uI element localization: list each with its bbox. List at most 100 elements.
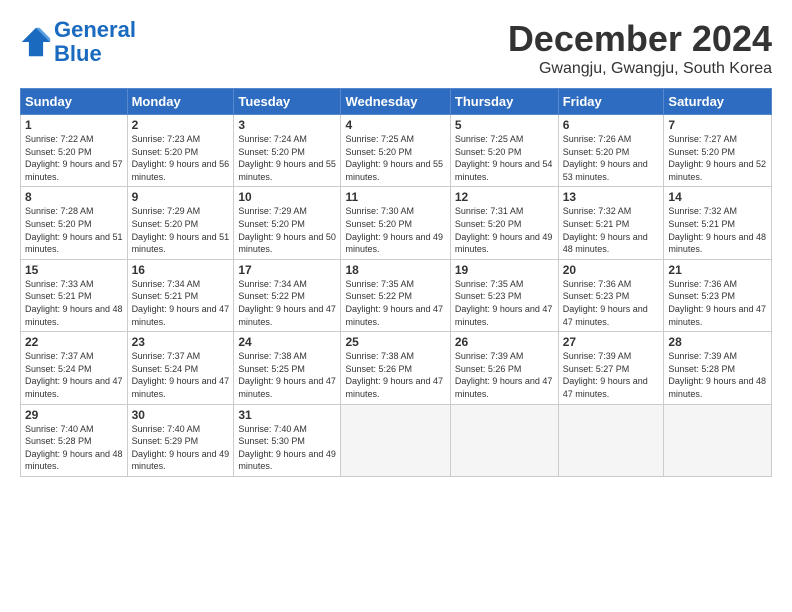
week-row-4: 22Sunrise: 7:37 AMSunset: 5:24 PMDayligh… [21, 332, 772, 404]
calendar-cell: 26Sunrise: 7:39 AMSunset: 5:26 PMDayligh… [450, 332, 558, 404]
logo-text: General Blue [54, 18, 136, 66]
day-info: Sunrise: 7:39 AMSunset: 5:28 PMDaylight:… [668, 350, 767, 400]
calendar-cell: 6Sunrise: 7:26 AMSunset: 5:20 PMDaylight… [558, 115, 664, 187]
day-info: Sunrise: 7:35 AMSunset: 5:23 PMDaylight:… [455, 278, 554, 328]
calendar-cell: 19Sunrise: 7:35 AMSunset: 5:23 PMDayligh… [450, 259, 558, 331]
calendar-cell [558, 404, 664, 476]
logo-blue: Blue [54, 41, 102, 66]
day-number: 3 [238, 118, 336, 132]
day-number: 30 [132, 408, 230, 422]
day-number: 10 [238, 190, 336, 204]
day-number: 16 [132, 263, 230, 277]
day-number: 18 [345, 263, 445, 277]
day-info: Sunrise: 7:40 AMSunset: 5:28 PMDaylight:… [25, 423, 123, 473]
col-sunday: Sunday [21, 89, 128, 115]
day-info: Sunrise: 7:37 AMSunset: 5:24 PMDaylight:… [25, 350, 123, 400]
day-number: 15 [25, 263, 123, 277]
day-info: Sunrise: 7:28 AMSunset: 5:20 PMDaylight:… [25, 205, 123, 255]
col-thursday: Thursday [450, 89, 558, 115]
day-info: Sunrise: 7:25 AMSunset: 5:20 PMDaylight:… [345, 133, 445, 183]
calendar-cell: 12Sunrise: 7:31 AMSunset: 5:20 PMDayligh… [450, 187, 558, 259]
day-number: 2 [132, 118, 230, 132]
calendar-cell [341, 404, 450, 476]
col-monday: Monday [127, 89, 234, 115]
day-number: 25 [345, 335, 445, 349]
day-number: 21 [668, 263, 767, 277]
calendar-cell: 2Sunrise: 7:23 AMSunset: 5:20 PMDaylight… [127, 115, 234, 187]
day-number: 4 [345, 118, 445, 132]
calendar-cell: 15Sunrise: 7:33 AMSunset: 5:21 PMDayligh… [21, 259, 128, 331]
day-info: Sunrise: 7:37 AMSunset: 5:24 PMDaylight:… [132, 350, 230, 400]
calendar-cell: 31Sunrise: 7:40 AMSunset: 5:30 PMDayligh… [234, 404, 341, 476]
day-number: 8 [25, 190, 123, 204]
week-row-3: 15Sunrise: 7:33 AMSunset: 5:21 PMDayligh… [21, 259, 772, 331]
day-number: 22 [25, 335, 123, 349]
day-info: Sunrise: 7:38 AMSunset: 5:26 PMDaylight:… [345, 350, 445, 400]
calendar-cell: 3Sunrise: 7:24 AMSunset: 5:20 PMDaylight… [234, 115, 341, 187]
col-tuesday: Tuesday [234, 89, 341, 115]
page: General Blue December 2024 Gwangju, Gwan… [0, 0, 792, 487]
location: Gwangju, Gwangju, South Korea [508, 60, 772, 78]
title-block: December 2024 Gwangju, Gwangju, South Ko… [508, 18, 772, 78]
day-number: 7 [668, 118, 767, 132]
day-number: 20 [563, 263, 660, 277]
day-info: Sunrise: 7:40 AMSunset: 5:29 PMDaylight:… [132, 423, 230, 473]
calendar-cell: 29Sunrise: 7:40 AMSunset: 5:28 PMDayligh… [21, 404, 128, 476]
calendar-cell: 22Sunrise: 7:37 AMSunset: 5:24 PMDayligh… [21, 332, 128, 404]
day-info: Sunrise: 7:36 AMSunset: 5:23 PMDaylight:… [563, 278, 660, 328]
day-number: 1 [25, 118, 123, 132]
calendar-table: Sunday Monday Tuesday Wednesday Thursday… [20, 88, 772, 477]
day-number: 19 [455, 263, 554, 277]
col-friday: Friday [558, 89, 664, 115]
day-info: Sunrise: 7:31 AMSunset: 5:20 PMDaylight:… [455, 205, 554, 255]
day-number: 9 [132, 190, 230, 204]
day-info: Sunrise: 7:32 AMSunset: 5:21 PMDaylight:… [563, 205, 660, 255]
calendar-cell [450, 404, 558, 476]
logo: General Blue [20, 18, 136, 66]
calendar-cell: 9Sunrise: 7:29 AMSunset: 5:20 PMDaylight… [127, 187, 234, 259]
day-number: 27 [563, 335, 660, 349]
week-row-1: 1Sunrise: 7:22 AMSunset: 5:20 PMDaylight… [21, 115, 772, 187]
day-info: Sunrise: 7:39 AMSunset: 5:26 PMDaylight:… [455, 350, 554, 400]
day-number: 31 [238, 408, 336, 422]
calendar-cell: 27Sunrise: 7:39 AMSunset: 5:27 PMDayligh… [558, 332, 664, 404]
day-info: Sunrise: 7:30 AMSunset: 5:20 PMDaylight:… [345, 205, 445, 255]
calendar-cell [664, 404, 772, 476]
week-row-2: 8Sunrise: 7:28 AMSunset: 5:20 PMDaylight… [21, 187, 772, 259]
day-info: Sunrise: 7:24 AMSunset: 5:20 PMDaylight:… [238, 133, 336, 183]
day-number: 14 [668, 190, 767, 204]
calendar-cell: 11Sunrise: 7:30 AMSunset: 5:20 PMDayligh… [341, 187, 450, 259]
calendar-cell: 8Sunrise: 7:28 AMSunset: 5:20 PMDaylight… [21, 187, 128, 259]
calendar-cell: 7Sunrise: 7:27 AMSunset: 5:20 PMDaylight… [664, 115, 772, 187]
day-info: Sunrise: 7:23 AMSunset: 5:20 PMDaylight:… [132, 133, 230, 183]
day-number: 28 [668, 335, 767, 349]
day-number: 5 [455, 118, 554, 132]
logo-general: General [54, 17, 136, 42]
calendar-cell: 18Sunrise: 7:35 AMSunset: 5:22 PMDayligh… [341, 259, 450, 331]
day-info: Sunrise: 7:29 AMSunset: 5:20 PMDaylight:… [238, 205, 336, 255]
calendar-cell: 21Sunrise: 7:36 AMSunset: 5:23 PMDayligh… [664, 259, 772, 331]
day-info: Sunrise: 7:34 AMSunset: 5:21 PMDaylight:… [132, 278, 230, 328]
calendar-cell: 24Sunrise: 7:38 AMSunset: 5:25 PMDayligh… [234, 332, 341, 404]
day-number: 11 [345, 190, 445, 204]
calendar-cell: 25Sunrise: 7:38 AMSunset: 5:26 PMDayligh… [341, 332, 450, 404]
day-info: Sunrise: 7:22 AMSunset: 5:20 PMDaylight:… [25, 133, 123, 183]
day-info: Sunrise: 7:38 AMSunset: 5:25 PMDaylight:… [238, 350, 336, 400]
calendar-cell: 16Sunrise: 7:34 AMSunset: 5:21 PMDayligh… [127, 259, 234, 331]
calendar-cell: 10Sunrise: 7:29 AMSunset: 5:20 PMDayligh… [234, 187, 341, 259]
day-info: Sunrise: 7:35 AMSunset: 5:22 PMDaylight:… [345, 278, 445, 328]
day-info: Sunrise: 7:29 AMSunset: 5:20 PMDaylight:… [132, 205, 230, 255]
col-saturday: Saturday [664, 89, 772, 115]
logo-icon [20, 26, 52, 58]
month-title: December 2024 [508, 18, 772, 60]
header: General Blue December 2024 Gwangju, Gwan… [20, 18, 772, 78]
calendar-cell: 5Sunrise: 7:25 AMSunset: 5:20 PMDaylight… [450, 115, 558, 187]
week-row-5: 29Sunrise: 7:40 AMSunset: 5:28 PMDayligh… [21, 404, 772, 476]
day-info: Sunrise: 7:32 AMSunset: 5:21 PMDaylight:… [668, 205, 767, 255]
calendar-cell: 14Sunrise: 7:32 AMSunset: 5:21 PMDayligh… [664, 187, 772, 259]
day-number: 29 [25, 408, 123, 422]
day-info: Sunrise: 7:39 AMSunset: 5:27 PMDaylight:… [563, 350, 660, 400]
day-number: 26 [455, 335, 554, 349]
calendar-cell: 28Sunrise: 7:39 AMSunset: 5:28 PMDayligh… [664, 332, 772, 404]
day-number: 6 [563, 118, 660, 132]
